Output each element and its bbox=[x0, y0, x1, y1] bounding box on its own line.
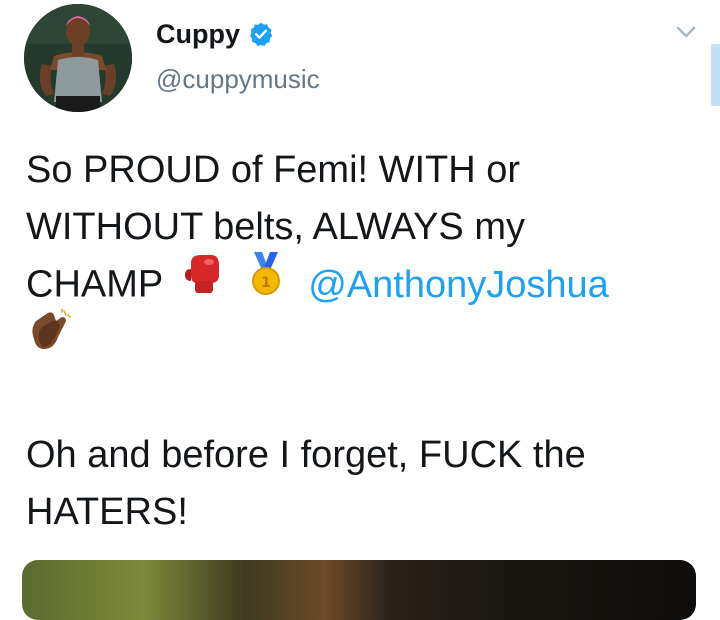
display-name[interactable]: Cuppy bbox=[156, 19, 240, 50]
tweet-media-photo[interactable] bbox=[22, 560, 696, 620]
avatar[interactable] bbox=[24, 4, 132, 112]
boxing-glove-icon bbox=[183, 253, 223, 312]
tweet-line: WITHOUT belts, ALWAYS my bbox=[26, 206, 525, 248]
svg-text:1: 1 bbox=[261, 275, 271, 291]
gold-medal-icon: 1 bbox=[248, 252, 284, 313]
tweet-line: HATERS! bbox=[26, 491, 188, 533]
tweet-line: Oh and before I forget, FUCK the bbox=[26, 434, 586, 476]
scrollbar[interactable] bbox=[711, 44, 720, 106]
clapping-hands-icon bbox=[26, 308, 72, 372]
avatar-photo bbox=[24, 4, 132, 112]
tweet-text: So PROUD of Femi! WITH or WITHOUT belts,… bbox=[26, 142, 696, 541]
name-row: Cuppy bbox=[156, 14, 274, 54]
chevron-down-icon[interactable] bbox=[672, 20, 700, 44]
tweet-line bbox=[26, 308, 696, 370]
verified-badge-icon bbox=[248, 21, 274, 47]
user-handle[interactable]: @cuppymusic bbox=[156, 64, 320, 95]
mention-link[interactable]: @AnthonyJoshua bbox=[308, 264, 609, 306]
tweet-line: CHAMP 1 @AnthonyJoshua bbox=[26, 252, 696, 313]
tweet-line: So PROUD of Femi! WITH or bbox=[26, 149, 521, 191]
tweet-line-text: CHAMP bbox=[26, 263, 163, 306]
